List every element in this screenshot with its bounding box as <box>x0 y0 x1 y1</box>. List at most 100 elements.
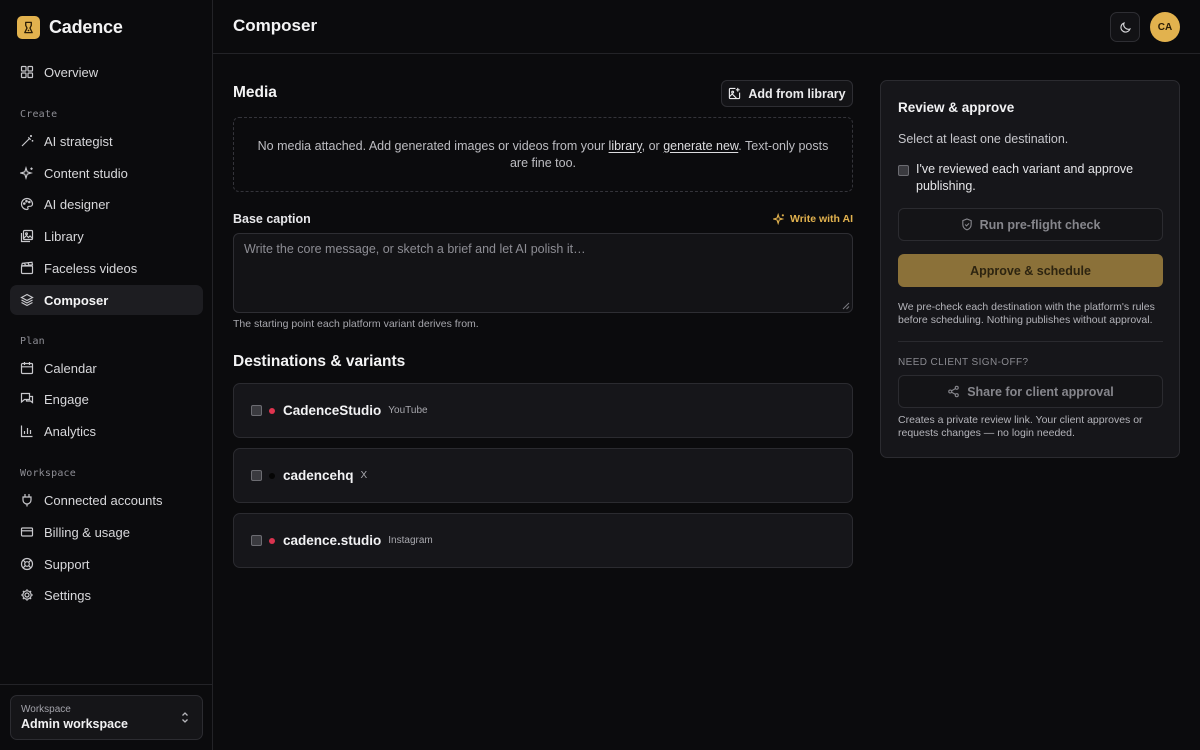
approve-schedule-button[interactable]: Approve & schedule <box>898 254 1163 287</box>
calendar-icon <box>20 361 34 375</box>
credit-card-icon <box>20 525 34 539</box>
review-panel: Review & approve Select at least one des… <box>880 80 1180 458</box>
sidebar-item-ai-strategist[interactable]: AI strategist <box>10 126 203 156</box>
chevron-up-down-icon <box>180 711 190 724</box>
signoff-label: NEED CLIENT SIGN-OFF? <box>898 357 1029 368</box>
sidebar-item-billing[interactable]: Billing & usage <box>10 517 203 547</box>
status-dot <box>269 407 275 414</box>
panel-divider <box>898 341 1163 342</box>
images-icon <box>20 229 34 243</box>
section-label-create: Create <box>20 109 58 120</box>
destination-checkbox[interactable] <box>251 470 262 481</box>
preflight-check-button[interactable]: Run pre-flight check <box>898 208 1163 241</box>
sidebar-item-library[interactable]: Library <box>10 221 203 251</box>
lifebuoy-icon <box>20 557 34 571</box>
page-title: Composer <box>233 16 318 35</box>
write-with-ai-label: Write with AI <box>790 213 853 225</box>
approve-checkbox-row[interactable]: I've reviewed each variant and approve p… <box>898 161 1163 195</box>
base-caption-label: Base caption <box>233 212 311 226</box>
sidebar-item-support[interactable]: Support <box>10 549 203 579</box>
sidebar-item-composer[interactable]: Composer <box>10 285 203 315</box>
review-title: Review & approve <box>898 100 1015 115</box>
sidebar-item-label: AI designer <box>44 196 110 212</box>
grid-icon <box>20 65 34 79</box>
sidebar-item-calendar[interactable]: Calendar <box>10 353 203 383</box>
logo-icon <box>17 16 40 39</box>
magic-wand-icon <box>20 134 34 148</box>
generate-new-link[interactable]: generate new <box>663 139 738 153</box>
media-empty-text: No media attached. Add generated images … <box>257 138 829 170</box>
sidebar-item-label: Support <box>44 556 90 572</box>
sidebar-item-label: Composer <box>44 292 109 308</box>
chat-icon <box>20 392 34 406</box>
sparkle-icon <box>773 213 785 225</box>
sidebar-item-engage[interactable]: Engage <box>10 384 203 414</box>
sidebar-divider <box>0 684 212 685</box>
sidebar-item-analytics[interactable]: Analytics <box>10 416 203 446</box>
sidebar-item-overview[interactable]: Overview <box>10 57 203 87</box>
sparkle-icon <box>20 166 34 180</box>
write-with-ai-link[interactable]: Write with AI <box>773 213 853 225</box>
header: Composer CA <box>213 0 1200 54</box>
destination-platform: YouTube <box>388 405 428 416</box>
sidebar-item-label: Faceless videos <box>44 260 138 276</box>
destination-card[interactable]: CadenceStudio YouTube <box>233 383 853 438</box>
destination-checkbox[interactable] <box>251 535 262 546</box>
media-dropzone[interactable]: No media attached. Add generated images … <box>233 117 853 192</box>
destination-platform: X <box>360 470 368 481</box>
destination-platform: Instagram <box>388 535 433 546</box>
clapperboard-icon <box>20 261 34 275</box>
add-from-library-label: Add from library <box>748 86 846 101</box>
gear-icon <box>20 588 34 602</box>
sidebar-item-settings[interactable]: Settings <box>10 580 203 610</box>
add-from-library-button[interactable]: Add from library <box>721 80 853 107</box>
brand[interactable]: Cadence <box>17 16 123 39</box>
sidebar-item-faceless-videos[interactable]: Faceless videos <box>10 253 203 283</box>
sidebar-item-content-studio[interactable]: Content studio <box>10 158 203 188</box>
shield-check-icon <box>961 218 973 231</box>
workspace-name: Admin workspace <box>21 717 128 731</box>
sidebar-item-label: Engage <box>44 391 89 407</box>
destination-name: CadenceStudio <box>283 403 382 418</box>
library-link[interactable]: library <box>609 139 642 153</box>
bar-chart-icon <box>20 424 34 438</box>
layers-icon <box>20 293 34 307</box>
destination-name: cadencehq <box>283 468 354 483</box>
sidebar-item-label: Billing & usage <box>44 524 130 540</box>
sidebar-item-label: Connected accounts <box>44 492 163 508</box>
sidebar-item-label: Content studio <box>44 165 128 181</box>
plug-icon <box>20 493 34 507</box>
image-plus-icon <box>728 87 741 100</box>
avatar[interactable]: CA <box>1150 12 1180 42</box>
sidebar-item-ai-designer[interactable]: AI designer <box>10 189 203 219</box>
destination-card[interactable]: cadencehq X <box>233 448 853 503</box>
approve-checkbox-label: I've reviewed each variant and approve p… <box>916 162 1134 193</box>
share-client-approval-label: Share for client approval <box>967 384 1114 399</box>
destination-checkbox[interactable] <box>251 405 262 416</box>
destinations-title: Destinations & variants <box>233 353 406 370</box>
section-label-workspace: Workspace <box>20 468 76 479</box>
sidebar: Cadence Overview Create AI strategist Co… <box>0 0 213 750</box>
theme-toggle-button[interactable] <box>1110 12 1140 42</box>
section-label-plan: Plan <box>20 336 45 347</box>
precheck-note: We pre-check each destination with the p… <box>898 301 1155 326</box>
destination-name: cadence.studio <box>283 533 382 548</box>
status-dot <box>269 472 275 479</box>
moon-icon <box>1119 21 1132 34</box>
sidebar-item-connected-accounts[interactable]: Connected accounts <box>10 485 203 515</box>
media-title: Media <box>233 84 277 101</box>
base-caption-textarea[interactable]: Write the core message, or sketch a brie… <box>233 233 853 313</box>
share-client-approval-button[interactable]: Share for client approval <box>898 375 1163 408</box>
approve-checkbox[interactable] <box>898 165 909 176</box>
brand-name: Cadence <box>49 17 123 37</box>
resize-handle-icon[interactable] <box>842 302 850 310</box>
sidebar-item-label: Overview <box>44 64 99 80</box>
share-icon <box>947 385 960 398</box>
workspace-switcher[interactable]: Workspace Admin workspace <box>10 695 203 740</box>
caption-hint: The starting point each platform variant… <box>233 318 479 330</box>
destination-card[interactable]: cadence.studio Instagram <box>233 513 853 568</box>
preflight-check-label: Run pre-flight check <box>979 217 1101 232</box>
share-note: Creates a private review link. Your clie… <box>898 414 1143 439</box>
sidebar-item-label: Settings <box>44 587 91 603</box>
select-destination-hint: Select at least one destination. <box>898 132 1069 146</box>
